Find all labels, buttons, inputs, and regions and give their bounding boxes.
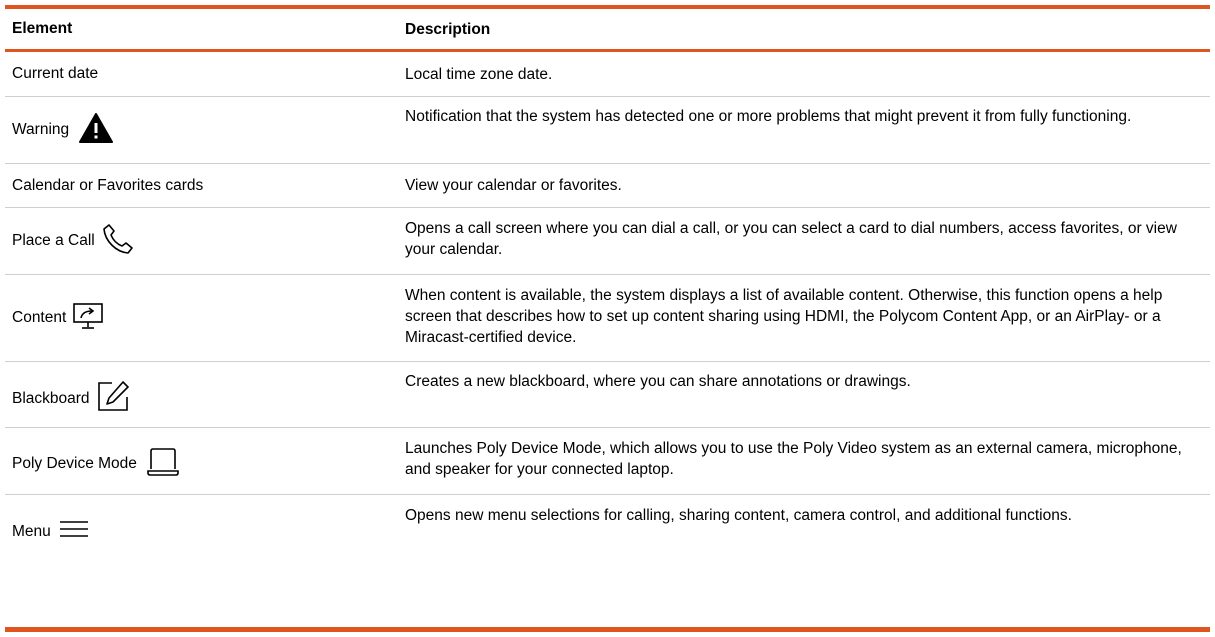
description-cell: Creates a new blackboard, where you can … <box>392 362 1210 427</box>
element-cell: Poly Device Mode <box>5 428 392 494</box>
element-label: Place a Call <box>12 232 95 249</box>
description-text: When content is available, the system di… <box>405 287 1163 346</box>
phone-icon <box>101 222 135 261</box>
element-label: Blackboard <box>12 389 90 407</box>
description-text: Opens a call screen where you can dial a… <box>405 220 1177 258</box>
description-text: Creates a new blackboard, where you can … <box>405 373 911 390</box>
hamburger-menu-icon <box>59 519 89 544</box>
element-label: Calendar or Favorites cards <box>12 176 204 194</box>
description-cell: Opens new menu selections for calling, s… <box>392 495 1210 562</box>
element-cell: Current date <box>5 52 392 96</box>
table-row: Place a Call Opens a call screen where y… <box>5 208 1210 275</box>
description-cell: Launches Poly Device Mode, which allows … <box>392 428 1210 494</box>
header-description: Description <box>405 20 491 38</box>
description-cell: Local time zone date. <box>392 52 1210 96</box>
description-cell: Opens a call screen where you can dial a… <box>392 208 1210 274</box>
element-cell: Calendar or Favorites cards <box>5 164 392 207</box>
laptop-icon <box>147 447 179 482</box>
element-cell: Warning <box>5 97 392 163</box>
blackboard-pencil-icon <box>96 380 130 417</box>
reference-table: Element Description Current date Local t… <box>5 5 1210 562</box>
description-text: Local time zone date. <box>405 65 553 83</box>
description-cell: View your calendar or favorites. <box>392 164 1210 207</box>
element-cell: Menu <box>5 495 392 562</box>
element-label: Warning <box>12 121 70 138</box>
warning-icon <box>79 112 114 148</box>
element-label: Poly Device Mode <box>12 455 137 472</box>
table-row: Poly Device Mode Launches Poly Device Mo… <box>5 428 1210 495</box>
description-cell: Notification that the system has detecte… <box>392 97 1210 163</box>
table-row: Calendar or Favorites cards View your ca… <box>5 164 1210 208</box>
description-text: Launches Poly Device Mode, which allows … <box>405 440 1182 478</box>
element-cell: Blackboard <box>5 362 392 427</box>
description-text: Opens new menu selections for calling, s… <box>405 507 1072 524</box>
table-row: Content When content is available, the s… <box>5 275 1210 362</box>
element-label: Menu <box>12 522 51 540</box>
content-share-icon <box>72 302 104 335</box>
element-cell: Content <box>5 275 392 361</box>
element-label: Content <box>12 309 67 326</box>
table-row: Warning Notification that the system has… <box>5 97 1210 164</box>
description-text: Notification that the system has detecte… <box>405 108 1132 125</box>
element-label: Current date <box>12 65 99 82</box>
element-cell: Place a Call <box>5 208 392 274</box>
description-text: View your calendar or favorites. <box>405 177 622 194</box>
table-row: Blackboard Creates a new blackboard, whe… <box>5 362 1210 428</box>
table-row: Menu Opens new menu selections for calli… <box>5 495 1210 562</box>
table-row: Current date Local time zone date. <box>5 52 1210 97</box>
description-cell: When content is available, the system di… <box>392 275 1210 361</box>
table-bottom-rule <box>5 627 1210 632</box>
table-header-row: Element Description <box>5 9 1210 49</box>
header-element: Element <box>12 20 73 37</box>
